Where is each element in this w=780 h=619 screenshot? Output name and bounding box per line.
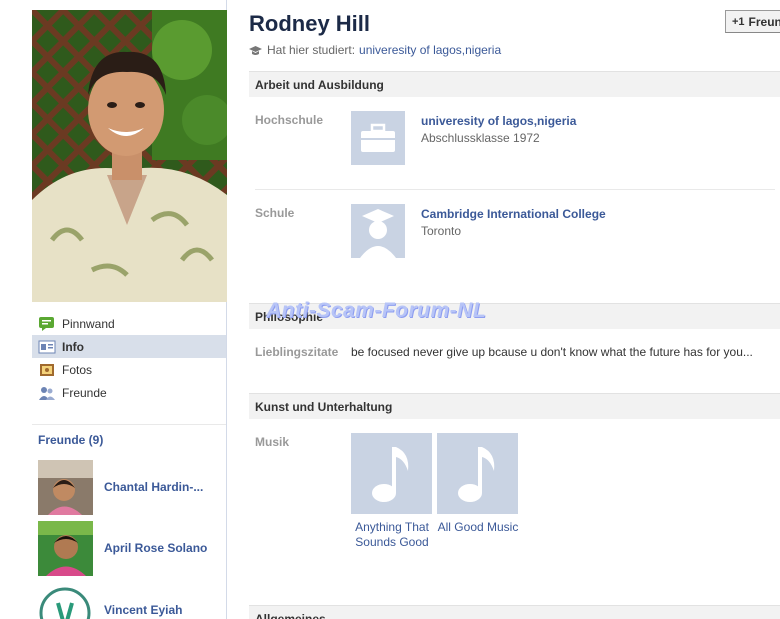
profile-name: Rodney Hill: [249, 11, 371, 36]
nav-label: Pinnwand: [62, 316, 115, 331]
music-note-icon[interactable]: [437, 433, 518, 514]
studied-line: Hat hier studiert: univeresity of lagos,…: [249, 43, 501, 57]
quotes-label: Lieblingszitate: [255, 345, 339, 359]
nav-label: Fotos: [62, 362, 93, 377]
hochschule-label: Hochschule: [255, 113, 324, 127]
friends-heading[interactable]: Freunde (9): [38, 433, 103, 447]
friend-item[interactable]: Chantal Hardin-...: [38, 459, 228, 515]
nav-item-pinnwand[interactable]: Pinnwand: [32, 312, 226, 335]
profile-photo[interactable]: [32, 10, 227, 302]
watermark: Anti-Scam-Forum-NL: [266, 299, 487, 322]
friend-item[interactable]: Vincent Eyiah: [38, 582, 228, 619]
profile-nav: Pinnwand Info Fotos Freunde: [32, 312, 226, 404]
education-icon: [249, 45, 262, 55]
quotes-value: be focused never give up bcause u don't …: [351, 345, 753, 359]
friend-name[interactable]: Chantal Hardin-...: [104, 480, 203, 494]
friend-avatar[interactable]: [38, 520, 93, 576]
studied-prefix: Hat hier studiert:: [267, 43, 356, 57]
friend-item[interactable]: April Rose Solano: [38, 520, 228, 576]
music-line-2: Sounds Good: [355, 535, 429, 549]
add-friend-label: Freun: [748, 14, 780, 29]
school-icon[interactable]: [351, 204, 405, 258]
music-note-icon[interactable]: [351, 433, 432, 514]
wall-icon: [38, 316, 56, 332]
nav-label: Info: [62, 339, 84, 354]
section-work-heading: Arbeit und Ausbildung: [249, 71, 780, 97]
music-line-1: Anything That: [355, 520, 429, 534]
nav-item-info[interactable]: Info: [32, 335, 226, 358]
school-name[interactable]: Cambridge International College: [421, 207, 606, 221]
nav-item-fotos[interactable]: Fotos: [32, 358, 226, 381]
music-item[interactable]: Anything That Sounds Good: [351, 520, 433, 550]
add-friend-icon: +1: [732, 15, 745, 28]
left-column: Pinnwand Info Fotos Freunde Freunde (9) …: [0, 0, 227, 619]
info-icon: [38, 339, 56, 355]
music-item[interactable]: All Good Music: [437, 520, 519, 535]
photos-icon: [38, 362, 56, 378]
nav-label: Freunde: [62, 385, 107, 400]
nav-item-freunde[interactable]: Freunde: [32, 381, 226, 404]
section-general-heading: Allgemeines: [249, 605, 780, 619]
friend-avatar[interactable]: [38, 582, 93, 619]
college-name[interactable]: univeresity of lagos,nigeria: [421, 114, 576, 128]
school-location: Toronto: [421, 224, 462, 238]
profile-page: Pinnwand Info Fotos Freunde Freunde (9) …: [0, 0, 780, 619]
friends-icon: [38, 385, 56, 401]
studied-link[interactable]: univeresity of lagos,nigeria: [359, 43, 501, 57]
music-line-1: All Good Music: [437, 520, 519, 534]
divider: [255, 189, 775, 190]
friend-avatar[interactable]: [38, 459, 93, 515]
friend-name[interactable]: Vincent Eyiah: [104, 603, 182, 617]
section-entertainment-heading: Kunst und Unterhaltung: [249, 393, 780, 419]
music-label: Musik: [255, 435, 290, 449]
schule-label: Schule: [255, 206, 295, 220]
college-icon[interactable]: [351, 111, 405, 165]
add-friend-button[interactable]: +1 Freun: [725, 10, 780, 33]
divider: [32, 424, 226, 425]
college-class: Abschlussklasse 1972: [421, 131, 540, 145]
friend-name[interactable]: April Rose Solano: [104, 541, 207, 555]
